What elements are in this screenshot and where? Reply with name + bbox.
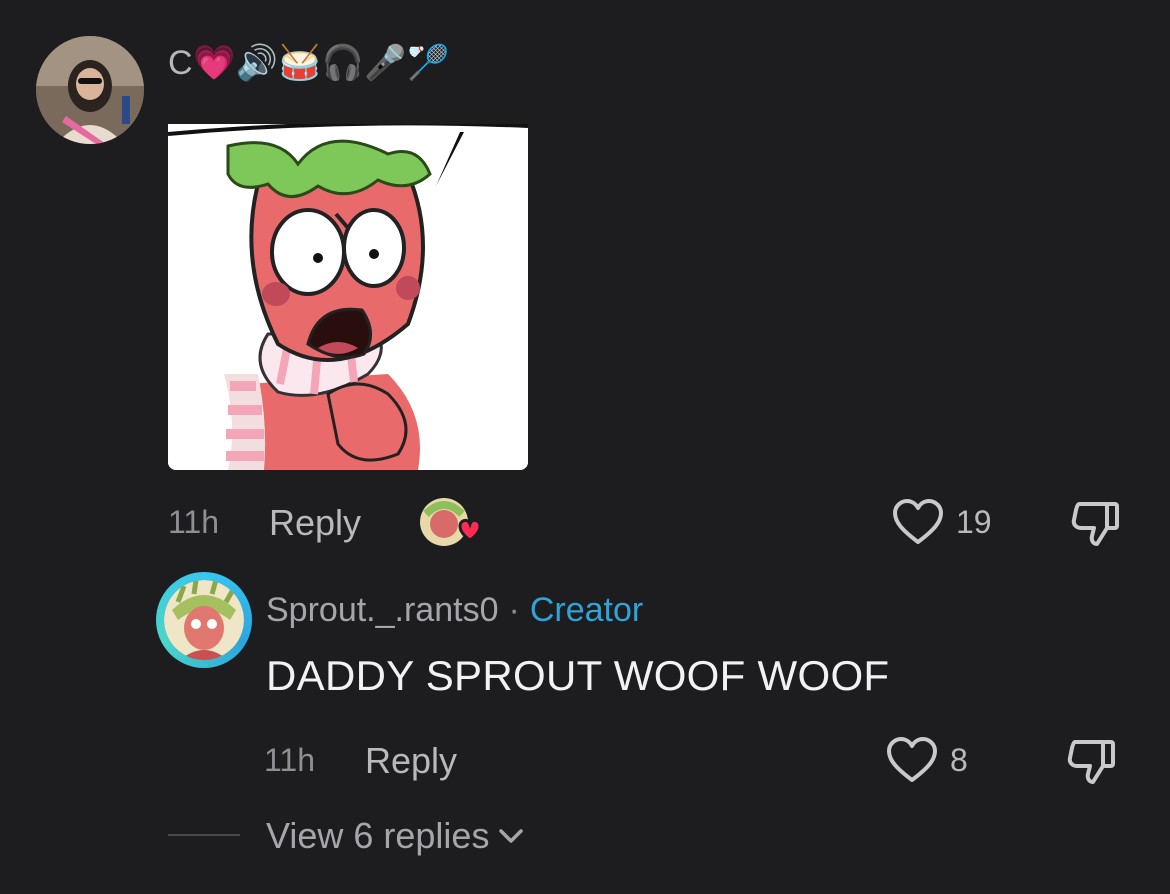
comment-dislike-button[interactable]: [1068, 498, 1124, 548]
strawberry-character-sticker: [168, 124, 528, 470]
comment-timestamp: 11h: [168, 504, 220, 540]
creator-badge: Creator: [529, 591, 644, 629]
comment-like-button[interactable]: 19: [892, 498, 992, 546]
thumbs-down-icon: [1071, 502, 1119, 546]
reply-like-button[interactable]: 8: [886, 736, 968, 784]
reply-username[interactable]: Sprout._.rants0: [266, 591, 498, 629]
reply-avatar[interactable]: [164, 580, 244, 660]
comment-like-count: 19: [956, 503, 992, 540]
heart-outline-icon: [887, 737, 937, 782]
chevron-down-icon: [499, 829, 524, 843]
creator-liked-avatar-icon: [420, 498, 482, 546]
commenter-avatar-image: [36, 36, 144, 144]
view-replies-divider: [168, 834, 240, 836]
username-emojis: 💗🔊🥁🎧🎤🏸: [193, 44, 451, 82]
reply-dislike-button[interactable]: [1064, 736, 1120, 786]
view-replies-label: View 6 replies: [266, 815, 490, 856]
thumbs-down-icon: [1067, 740, 1115, 784]
comment-reply-button[interactable]: Reply: [269, 502, 361, 544]
username-text: C: [168, 44, 194, 82]
reply-reply-button[interactable]: Reply: [365, 740, 457, 782]
view-replies-button[interactable]: View 6 replies: [266, 814, 525, 858]
reply-avatar-image: [164, 580, 244, 660]
reply-timestamp: 11h: [264, 742, 316, 778]
commenter-username[interactable]: C💗🔊🥁🎧🎤🏸: [168, 40, 450, 86]
commenter-avatar[interactable]: [36, 36, 144, 144]
creator-liked-indicator: [420, 496, 482, 550]
reply-text: DADDY SPROUT WOOF WOOF: [266, 652, 890, 699]
reply-header: Sprout._.rants0 · Creator: [266, 588, 643, 632]
comment-sticker[interactable]: [168, 124, 528, 470]
separator-dot: ·: [508, 591, 520, 629]
reply-like-count: 8: [950, 741, 968, 778]
heart-outline-icon: [893, 499, 943, 544]
